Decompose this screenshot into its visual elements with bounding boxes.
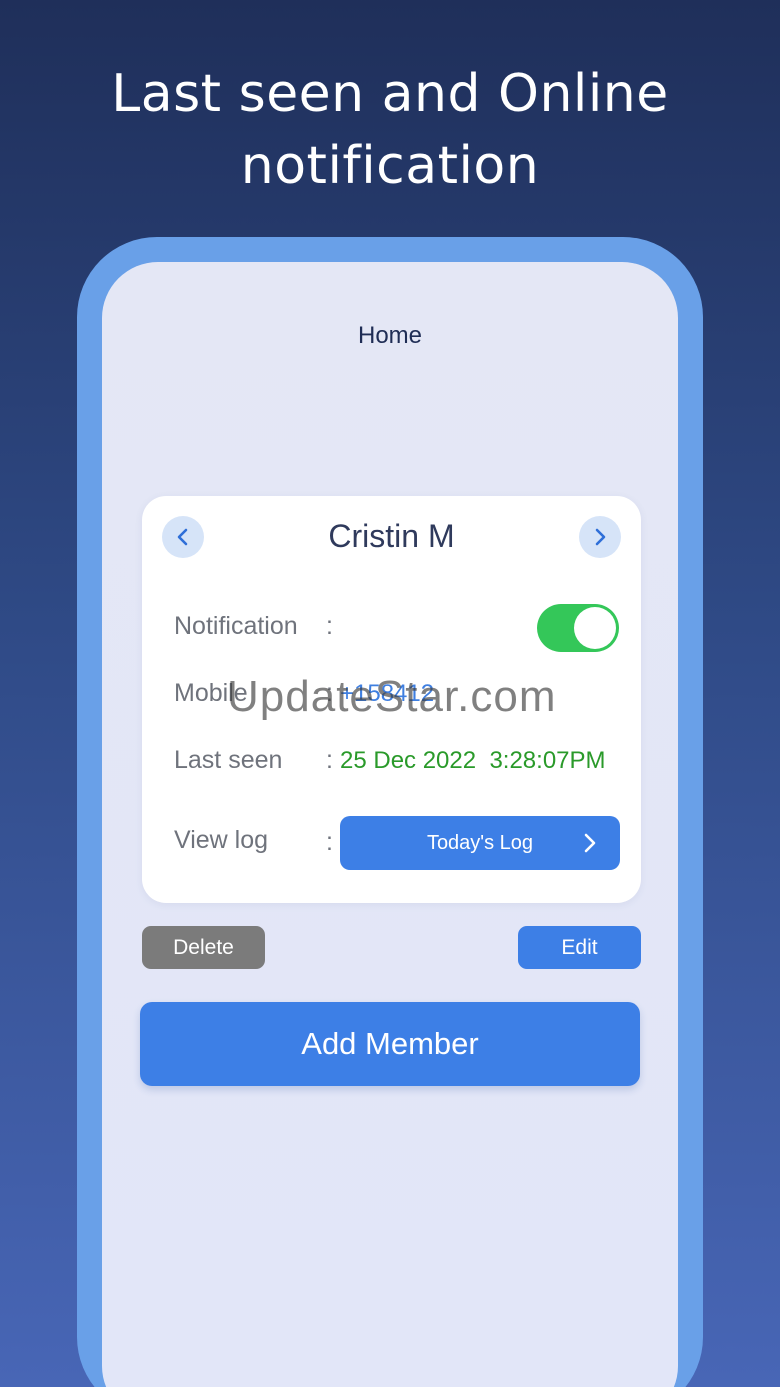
chevron-right-icon	[584, 833, 596, 853]
chevron-right-icon	[595, 528, 606, 546]
last-seen-colon: :	[326, 746, 333, 774]
headline-line-2: notification	[240, 136, 540, 196]
add-member-button[interactable]: Add Member	[140, 1002, 640, 1086]
mobile-value: +158412	[340, 680, 435, 707]
next-member-button[interactable]	[579, 516, 621, 558]
delete-button[interactable]: Delete	[142, 926, 265, 969]
todays-log-button[interactable]: Today's Log	[340, 816, 620, 870]
view-log-label: View log	[174, 826, 269, 854]
notification-label: Notification	[174, 612, 298, 640]
notification-toggle[interactable]	[537, 604, 619, 652]
mobile-label: Mobile	[174, 679, 248, 707]
headline-line-1: Last seen and Online	[111, 64, 669, 124]
page-title: Home	[357, 322, 423, 349]
last-seen-value: 25 Dec 2022 3:28:07PM	[340, 747, 606, 774]
edit-button[interactable]: Edit	[518, 926, 641, 969]
toggle-knob	[574, 607, 616, 649]
member-card: Cristin M Notification : Mobile : +15841…	[142, 496, 641, 903]
mobile-colon: :	[326, 679, 333, 707]
todays-log-label: Today's Log	[426, 831, 534, 854]
phone-screen: Home Cristin M Notification : Mobile : +…	[102, 262, 678, 1387]
last-seen-label: Last seen	[174, 746, 283, 774]
notification-colon: :	[326, 612, 333, 640]
promo-headline: Last seen and Online notification	[0, 58, 780, 202]
member-name: Cristin M	[328, 518, 455, 554]
view-log-colon: :	[326, 828, 333, 856]
